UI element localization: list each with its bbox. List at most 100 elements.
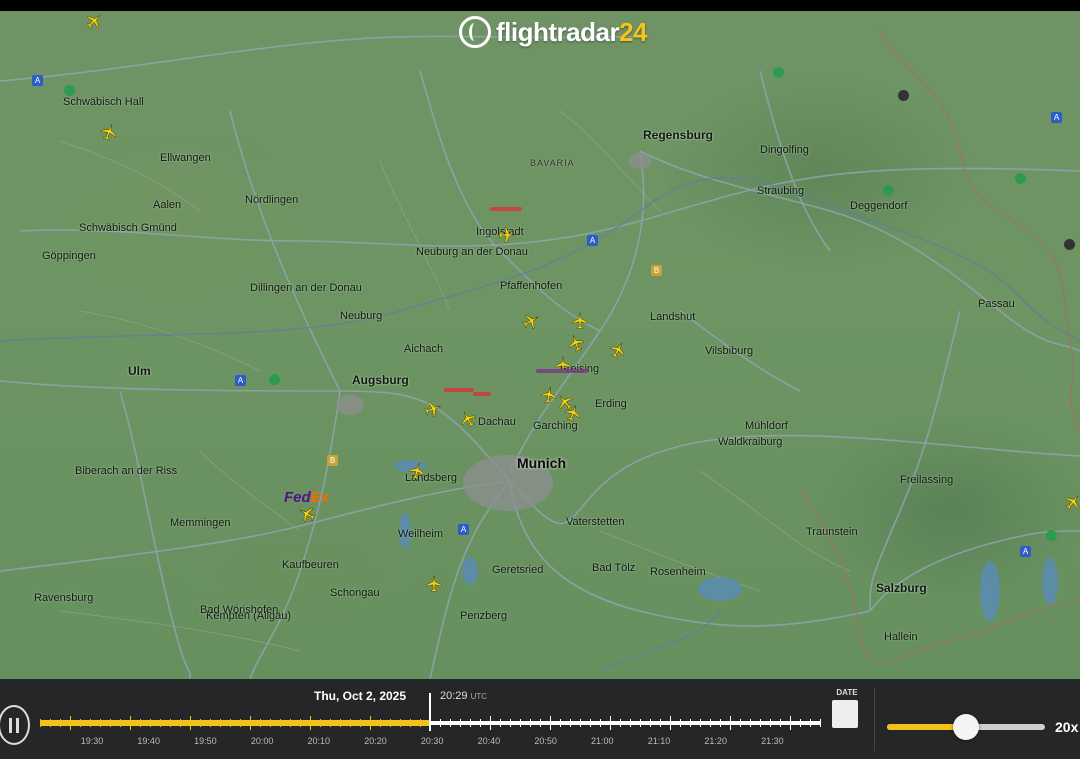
flight-trail: [536, 369, 588, 373]
city-label-augsburg: Augsburg: [352, 373, 409, 387]
highway-shield-icon: A: [458, 524, 469, 535]
timeline-tick: [130, 716, 131, 730]
timeline-tick: [330, 719, 331, 727]
timeline-tick: [210, 719, 211, 727]
timeline-tick: [190, 716, 191, 730]
city-label-memmingen: Memmingen: [170, 517, 231, 529]
city-label-dingolfing: Dingolfing: [760, 144, 809, 156]
timeline-tick: [140, 719, 141, 727]
city-label-freilassing: Freilassing: [900, 474, 954, 486]
timeline-tick: [650, 719, 651, 727]
city-label-ulm: Ulm: [128, 364, 151, 378]
city-label-neuburg-an-der-donau: Neuburg an der Donau: [416, 246, 528, 258]
city-label-vaterstetten: Vaterstetten: [566, 516, 625, 528]
timeline-tick: [780, 719, 781, 727]
timeline-tick: [80, 719, 81, 727]
timeline-tick: [290, 719, 291, 727]
airport-marker-icon: [883, 185, 894, 196]
city-label-erding: Erding: [595, 398, 627, 410]
city-label-m-hldorf: Mühldorf: [745, 420, 788, 432]
timeline-tick: [740, 719, 741, 727]
timeline-tick: [220, 719, 221, 727]
timeline-tick: [810, 719, 811, 727]
city-label-biberach-an-der-riss: Biberach an der Riss: [75, 465, 178, 477]
timeline-tick: [570, 719, 571, 727]
timeline-tick: [250, 716, 251, 730]
timeline-tick-label: 21:30: [761, 736, 784, 746]
timeline-tick: [470, 719, 471, 727]
timeline-tick-label: 20:40: [477, 736, 501, 746]
timeline-tick: [440, 719, 441, 727]
map-roads-layer: [0, 30, 1080, 679]
timeline-tick: [700, 719, 701, 727]
city-label-traunstein: Traunstein: [806, 526, 858, 538]
timeline-tick-label: 20:30: [420, 736, 444, 746]
timeline-tick-label: 20:20: [364, 736, 387, 746]
timeline-tick: [610, 716, 611, 730]
timeline-tick: [270, 719, 271, 727]
fedex-airline-tag: FedEx: [284, 489, 330, 506]
top-black-strip: [0, 0, 1080, 11]
flightradar24-logo: flightradar24: [459, 16, 647, 48]
playback-timeline-scrubber[interactable]: [40, 693, 821, 734]
timeline-tick-label: 21:10: [647, 736, 671, 746]
timeline-tick: [490, 716, 491, 730]
city-label-penzberg: Penzberg: [460, 610, 508, 622]
timeline-tick-label: 20:00: [250, 736, 274, 746]
city-label-neuburg: Neuburg: [340, 310, 383, 322]
timeline-tick: [640, 719, 641, 727]
airport-marker-icon: [269, 374, 280, 385]
city-label-bavaria: BAVARIA: [530, 158, 575, 168]
timeline-played-track: [40, 720, 430, 726]
timeline-tick: [660, 719, 661, 727]
timeline-tick: [280, 719, 281, 727]
city-label-waldkraiburg: Waldkraiburg: [718, 436, 783, 448]
timeline-tick: [590, 719, 591, 727]
airplane-icon[interactable]: [425, 575, 443, 593]
timeline-tick: [310, 716, 311, 730]
flight-map[interactable]: flightradar24 Munich Augsburg Regensburg Sa…: [0, 11, 1080, 679]
highway-shield-icon: B: [327, 455, 338, 466]
timeline-tick: [70, 716, 71, 730]
city-label-geretsried: Geretsried: [492, 564, 544, 576]
timeline-tick: [450, 719, 451, 727]
city-label-schongau: Schongau: [330, 587, 380, 599]
timeline-tick: [770, 719, 771, 727]
airport-marker-icon: [64, 85, 75, 96]
city-label-aalen: Aalen: [153, 199, 182, 211]
timeline-tick: [420, 719, 421, 727]
timeline-tick: [370, 716, 371, 730]
control-divider: [874, 687, 875, 751]
flight-trail: [490, 207, 522, 211]
airport-marker-icon: [898, 90, 909, 101]
airplane-icon[interactable]: [498, 226, 516, 244]
timeline-tick-label: 20:10: [307, 736, 331, 746]
date-picker-button[interactable]: DATE: [832, 688, 862, 728]
highway-shield-icon: B: [651, 265, 662, 276]
speed-slider-handle[interactable]: [953, 714, 979, 740]
airplane-icon[interactable]: [571, 312, 589, 330]
timeline-tick: [170, 719, 171, 727]
highway-shield-icon: A: [32, 75, 43, 86]
airport-marker-icon: [1064, 239, 1075, 250]
timeline-tick: [760, 719, 761, 727]
city-label-landshut: Landshut: [650, 311, 696, 323]
city-label-salzburg: Salzburg: [876, 581, 927, 595]
timeline-tick: [820, 719, 821, 727]
city-label-ellwangen: Ellwangen: [160, 152, 211, 164]
timeline-tick: [500, 719, 501, 727]
timeline-tick: [240, 719, 241, 727]
timeline-tick: [670, 716, 671, 730]
city-label-straubing: Straubing: [757, 185, 805, 197]
timeline-tick-label: 20:50: [534, 736, 557, 746]
highway-shield-icon: A: [1020, 546, 1031, 557]
timeline-tick: [60, 719, 61, 727]
airport-marker-icon: [1015, 173, 1026, 184]
city-label-dachau: Dachau: [478, 416, 516, 428]
timeline-tick: [730, 716, 731, 730]
timeline-tick: [410, 719, 411, 727]
timeline-tick: [50, 719, 51, 727]
city-label-kaufbeuren: Kaufbeuren: [282, 559, 339, 571]
timeline-tick: [540, 719, 541, 727]
city-label-passau: Passau: [978, 298, 1015, 310]
